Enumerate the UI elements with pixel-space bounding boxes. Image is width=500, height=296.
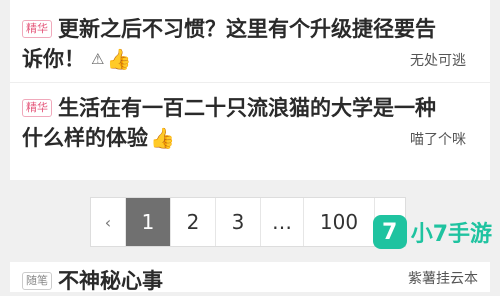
post-author[interactable]: 无处可逃 xyxy=(410,50,466,70)
post-title[interactable]: 精华 生活在有一百二十只流浪猫的大学是一种 xyxy=(22,93,478,123)
post-title[interactable]: 精华 更新之后不习惯？这里有个升级捷径要告 xyxy=(22,14,478,44)
pagination: ‹ 1 2 3 … 100 › xyxy=(90,197,406,247)
watermark-text: 小7手游 xyxy=(410,222,492,247)
page-button-1[interactable]: 1 xyxy=(126,198,171,246)
featured-badge: 精华 xyxy=(22,20,52,38)
post-title-line2: 诉你！ xyxy=(22,47,85,71)
post-author[interactable]: 喵了个咪 xyxy=(410,129,466,149)
post-title-line1: 生活在有一百二十只流浪猫的大学是一种 xyxy=(58,96,436,120)
post-author[interactable]: 紫薯挂云本 xyxy=(408,268,478,288)
essay-badge: 随笔 xyxy=(22,272,52,290)
post-list: 精华 更新之后不习惯？这里有个升级捷径要告 诉你！ ⚠ 👍 无处可逃 精华 生活在有一百… xyxy=(10,0,490,180)
post-item[interactable]: 精华 更新之后不习惯？这里有个升级捷径要告 诉你！ ⚠ 👍 无处可逃 xyxy=(10,0,490,74)
thumbs-up-icon: 👍 xyxy=(150,126,175,150)
post-meta: 诉你！ ⚠ 👍 无处可逃 xyxy=(22,44,478,74)
post-title-line1: 更新之后不习惯？这里有个升级捷径要告 xyxy=(58,17,436,41)
post-title-line2: 什么样的体验 xyxy=(22,126,148,150)
warning-icon: ⚠ xyxy=(91,50,105,68)
post-title[interactable]: 不神秘心事 xyxy=(58,269,163,293)
post-item[interactable]: 精华 生活在有一百二十只流浪猫的大学是一种 什么样的体验 👍 喵了个咪 xyxy=(10,83,490,153)
page-button-100[interactable]: 100 xyxy=(304,198,375,246)
thumbs-up-icon: 👍 xyxy=(106,47,132,71)
watermark-logo-icon: 7 xyxy=(372,215,407,249)
page-ellipsis: … xyxy=(261,198,304,246)
page-button-2[interactable]: 2 xyxy=(171,198,216,246)
watermark: 7 小7手游 xyxy=(372,215,492,249)
page-button-3[interactable]: 3 xyxy=(216,198,261,246)
featured-badge: 精华 xyxy=(22,99,52,117)
prev-page-button[interactable]: ‹ xyxy=(91,198,126,246)
post-meta: 什么样的体验 👍 喵了个咪 xyxy=(22,123,478,153)
post-item[interactable]: 随笔 不神秘心事 紫薯挂云本 xyxy=(10,262,490,293)
